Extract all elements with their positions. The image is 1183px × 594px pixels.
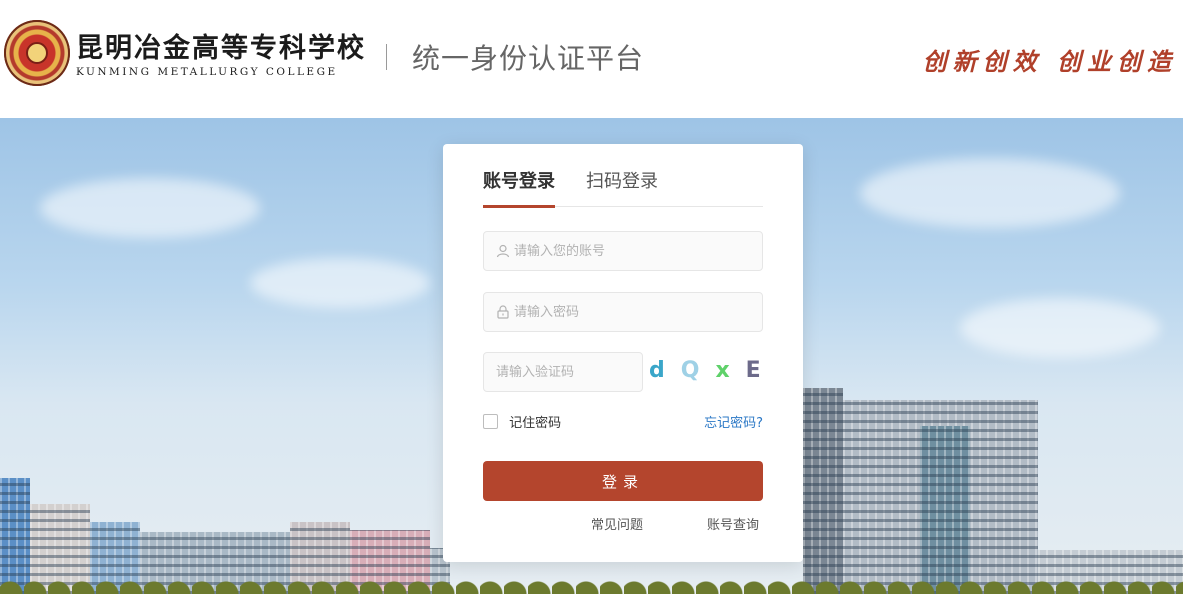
school-logo	[4, 20, 70, 86]
captcha-char: x	[715, 358, 746, 383]
remember-label: 记住密码	[509, 416, 562, 431]
school-slogan: 创新创效 创业创造	[922, 47, 1177, 76]
password-field[interactable]	[483, 292, 763, 332]
captcha-char: E	[745, 358, 777, 383]
school-name-cn: 昆明冶金高等专科学校	[76, 33, 366, 64]
page-header: 昆明冶金高等专科学校 KUNMING METALLURGY COLLEGE 统一…	[0, 0, 1183, 118]
platform-title: 统一身份认证平台	[412, 42, 645, 75]
captcha-image[interactable]: dQxE	[649, 358, 761, 386]
school-name-en: KUNMING METALLURGY COLLEGE	[76, 66, 338, 78]
login-tabs: 账号登录 扫码登录	[483, 170, 763, 208]
captcha-char: Q	[680, 358, 716, 383]
login-card: 账号登录 扫码登录 dQxE 记住密码 忘记密码? 登录 常见问题 账号查询	[443, 144, 803, 562]
forgot-password-link[interactable]: 忘记密码?	[704, 412, 763, 431]
username-input[interactable]	[514, 232, 754, 270]
remember-checkbox[interactable]	[483, 414, 498, 429]
lock-icon	[497, 305, 509, 319]
username-field[interactable]	[483, 231, 763, 271]
password-input[interactable]	[514, 293, 754, 331]
login-button[interactable]: 登录	[483, 461, 763, 501]
faq-link[interactable]: 常见问题	[591, 514, 643, 533]
tab-account-login[interactable]: 账号登录	[483, 170, 555, 208]
captcha-field[interactable]	[483, 352, 643, 392]
account-lookup-link[interactable]: 账号查询	[707, 514, 759, 533]
captcha-char: d	[649, 358, 681, 383]
user-icon	[496, 244, 510, 258]
captcha-input[interactable]	[496, 353, 636, 391]
remember-password[interactable]: 记住密码	[483, 411, 561, 431]
header-divider	[386, 44, 387, 70]
tab-qr-login[interactable]: 扫码登录	[586, 170, 658, 207]
